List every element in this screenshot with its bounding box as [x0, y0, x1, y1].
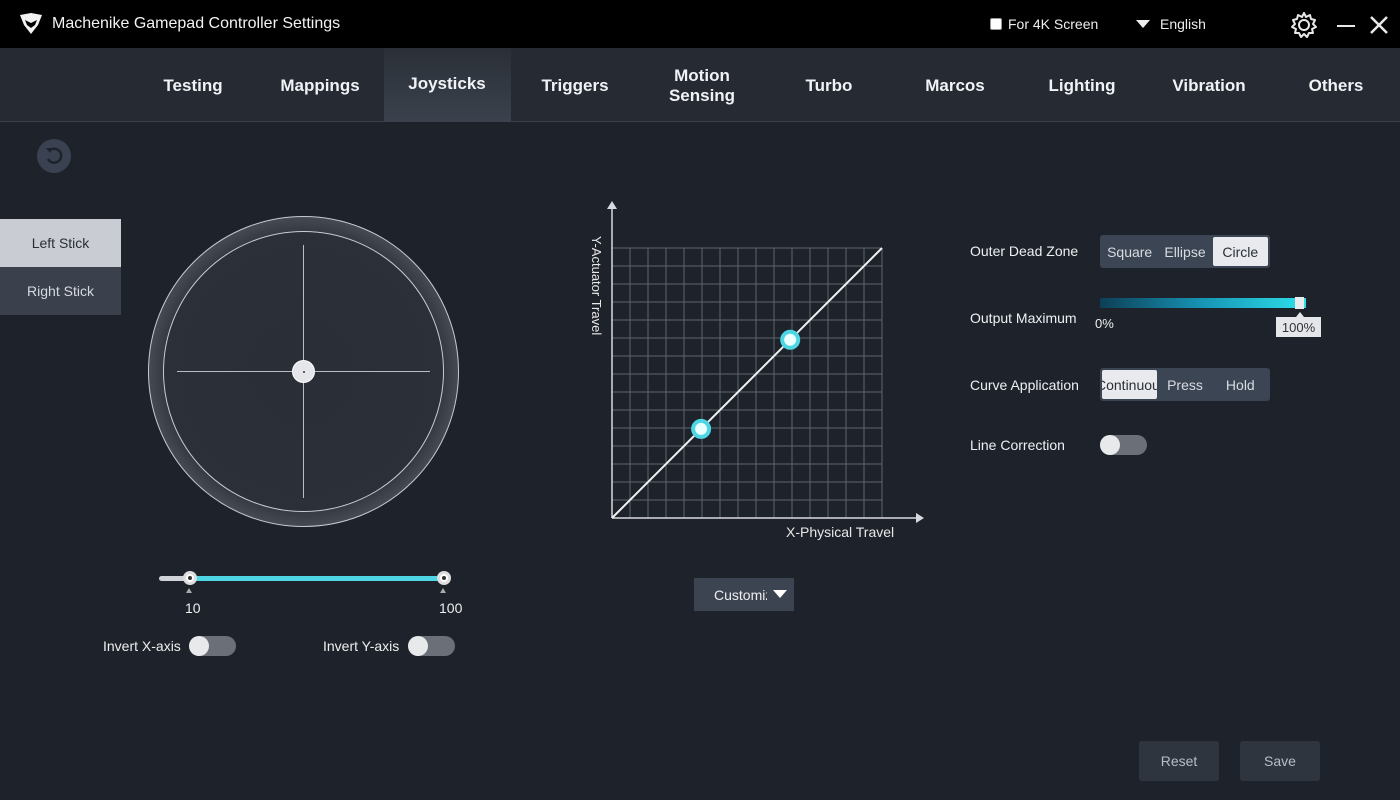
line-correction-toggle[interactable] [1100, 435, 1147, 455]
curve-control-point-2[interactable] [780, 329, 801, 350]
checkbox-icon[interactable] [990, 18, 1002, 30]
output-maximum-label: Output Maximum [970, 310, 1077, 326]
minimize-icon[interactable] [1336, 10, 1356, 40]
curve-option-continuous[interactable]: Continuous [1102, 370, 1158, 399]
invert-x-toggle[interactable] [189, 636, 236, 656]
app-title: Machenike Gamepad Controller Settings [52, 15, 341, 32]
output-maximum-handle[interactable] [1295, 297, 1304, 309]
settings-gear-icon[interactable] [1289, 10, 1319, 40]
machenike-logo-icon [20, 13, 42, 34]
tab-mappings[interactable]: Mappings [256, 66, 384, 106]
output-max-tooltip: 100% [1276, 312, 1321, 337]
for-4k-label: For 4K Screen [1008, 16, 1099, 32]
range-max-value: 100 [439, 600, 463, 616]
range-min-value: 10 [185, 600, 201, 616]
range-min-marker-icon [186, 588, 192, 593]
outer-dead-zone-selector: Square Ellipse Circle [1100, 235, 1270, 268]
outer-dead-zone-label: Outer Dead Zone [970, 243, 1079, 259]
invert-y-toggle[interactable] [408, 636, 455, 656]
output-maximum-slider[interactable] [1100, 298, 1306, 308]
caret-down-icon [773, 590, 787, 598]
x-axis-label: X-Physical Travel [786, 524, 895, 540]
range-min-handle[interactable] [183, 571, 197, 585]
tab-testing[interactable]: Testing [129, 66, 257, 106]
invert-y-label: Invert Y-axis [323, 638, 400, 654]
y-axis-arrow-icon [607, 201, 617, 209]
close-icon[interactable] [1369, 10, 1389, 40]
language-select[interactable]: English [1136, 16, 1206, 32]
tab-triggers[interactable]: Triggers [511, 66, 639, 106]
invert-x-label: Invert X-axis [103, 638, 181, 654]
tab-others[interactable]: Others [1272, 66, 1400, 106]
curve-application-selector: Continuous Press Hold [1100, 368, 1270, 401]
for-4k-screen-checkbox[interactable]: For 4K Screen [990, 16, 1098, 32]
dead-zone-option-ellipse[interactable]: Ellipse [1157, 237, 1212, 266]
toggle-thumb [1100, 435, 1120, 455]
curve-application-label: Curve Application [970, 377, 1079, 393]
left-stick-tab[interactable]: Left Stick [0, 219, 121, 267]
x-axis-arrow-icon [916, 513, 924, 523]
main-nav: Testing Mappings Joysticks Triggers Moti… [0, 48, 1400, 122]
tab-turbo[interactable]: Turbo [765, 66, 893, 106]
dead-zone-option-circle[interactable]: Circle [1212, 237, 1268, 266]
dead-zone-range-fill [190, 576, 444, 581]
output-min-text: 0% [1095, 316, 1114, 331]
response-curve-chart[interactable] [580, 195, 940, 545]
reset-button[interactable]: Reset [1139, 741, 1219, 781]
dead-zone-option-square[interactable]: Square [1102, 237, 1157, 266]
toggle-thumb [189, 636, 209, 656]
joystick-position-knob [292, 360, 315, 383]
tab-motion-sensing[interactable]: Motion Sensing [638, 66, 766, 106]
undo-icon [46, 147, 63, 164]
line-correction-label: Line Correction [970, 437, 1065, 453]
curve-preset-value: Customize [714, 586, 767, 603]
tab-lighting[interactable]: Lighting [1018, 66, 1146, 106]
undo-button[interactable] [37, 139, 71, 173]
right-stick-tab[interactable]: Right Stick [0, 267, 121, 315]
curve-preset-dropdown[interactable]: Customize [694, 578, 794, 611]
toggle-thumb [408, 636, 428, 656]
language-value: English [1160, 16, 1206, 32]
tab-marcos[interactable]: Marcos [891, 66, 1019, 106]
curve-option-press[interactable]: Press [1157, 370, 1212, 399]
title-bar: Machenike Gamepad Controller Settings Fo… [0, 0, 1400, 48]
save-button[interactable]: Save [1240, 741, 1320, 781]
response-curve-line [611, 247, 883, 519]
y-axis-label: Y-Actuator Travel [589, 236, 604, 336]
caret-down-icon [1136, 20, 1150, 28]
range-max-handle[interactable] [437, 571, 451, 585]
curve-option-hold[interactable]: Hold [1213, 370, 1268, 399]
range-max-marker-icon [440, 588, 446, 593]
tab-joysticks[interactable]: Joysticks [383, 64, 511, 104]
tab-vibration[interactable]: Vibration [1145, 66, 1273, 106]
curve-control-point-1[interactable] [691, 418, 712, 439]
